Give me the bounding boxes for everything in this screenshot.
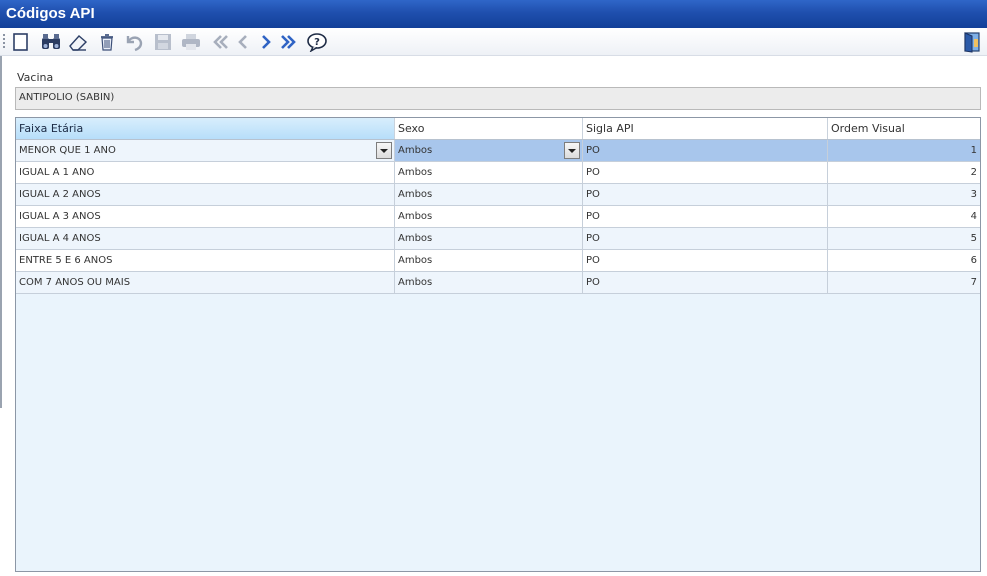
first-icon[interactable] — [210, 31, 232, 53]
table-row[interactable]: IGUAL A 3 ANOS Ambos PO 4 — [16, 206, 980, 228]
faixa-etaria-cell[interactable]: ENTRE 5 E 6 ANOS — [16, 250, 395, 271]
ordem-visual-cell[interactable]: 5 — [828, 228, 980, 249]
sexo-cell[interactable]: Ambos — [395, 162, 583, 183]
trash-icon[interactable] — [96, 31, 118, 53]
sexo-cell[interactable]: Ambos — [395, 272, 583, 293]
sexo-cell[interactable]: Ambos — [395, 228, 583, 249]
faixa-etaria-cell[interactable]: IGUAL A 2 ANOS — [16, 184, 395, 205]
exit-door-icon[interactable] — [962, 31, 984, 53]
table-row[interactable]: ENTRE 5 E 6 ANOS Ambos PO 6 — [16, 250, 980, 272]
column-header-faixa-etaria[interactable]: Faixa Etária — [16, 118, 395, 139]
toolbar-grip[interactable] — [3, 34, 5, 50]
column-header-sigla-api[interactable]: Sigla API — [583, 118, 828, 139]
chevron-down-icon — [380, 148, 388, 153]
faixa-etaria-dropdown-button[interactable] — [376, 142, 392, 159]
faixa-etaria-cell[interactable]: IGUAL A 1 ANO — [16, 162, 395, 183]
ordem-visual-cell[interactable]: 4 — [828, 206, 980, 227]
faixa-etaria-cell[interactable]: IGUAL A 4 ANOS — [16, 228, 395, 249]
faixa-etaria-cell[interactable]: COM 7 ANOS OU MAIS — [16, 272, 395, 293]
chevron-down-icon — [568, 148, 576, 153]
left-splitter[interactable] — [0, 56, 2, 408]
save-icon[interactable] — [152, 31, 174, 53]
faixa-etaria-cell[interactable]: MENOR QUE 1 ANO — [16, 140, 395, 161]
sigla-api-cell[interactable]: PO — [583, 272, 828, 293]
sexo-cell[interactable]: Ambos — [395, 206, 583, 227]
sigla-api-cell[interactable]: PO — [583, 184, 828, 205]
column-header-sexo[interactable]: Sexo — [395, 118, 583, 139]
sexo-cell[interactable]: Ambos — [395, 250, 583, 271]
sigla-api-cell[interactable]: PO — [583, 228, 828, 249]
table-row[interactable]: MENOR QUE 1 ANO Ambos PO 1 — [16, 140, 980, 162]
print-icon[interactable] — [180, 31, 202, 53]
sigla-api-cell[interactable]: PO — [583, 250, 828, 271]
binoculars-icon[interactable] — [40, 31, 62, 53]
table-row[interactable]: IGUAL A 4 ANOS Ambos PO 5 — [16, 228, 980, 250]
ordem-visual-cell[interactable]: 2 — [828, 162, 980, 183]
sexo-dropdown-button[interactable] — [564, 142, 580, 159]
ordem-visual-cell[interactable]: 1 — [828, 140, 980, 161]
eraser-icon[interactable] — [67, 31, 89, 53]
sexo-cell[interactable]: Ambos — [395, 184, 583, 205]
help-icon[interactable]: ? — [306, 31, 328, 53]
window-title: Códigos API — [0, 0, 987, 28]
toolbar: ? — [0, 28, 987, 56]
grid-header: Faixa Etária Sexo Sigla API Ordem Visual — [16, 118, 980, 140]
last-icon[interactable] — [277, 31, 299, 53]
table-row[interactable]: IGUAL A 1 ANO Ambos PO 2 — [16, 162, 980, 184]
sigla-api-cell[interactable]: PO — [583, 140, 828, 161]
age-range-grid: Faixa Etária Sexo Sigla API Ordem Visual… — [15, 117, 981, 572]
sigla-api-cell[interactable]: PO — [583, 206, 828, 227]
ordem-visual-cell[interactable]: 6 — [828, 250, 980, 271]
svg-text:?: ? — [314, 37, 320, 48]
ordem-visual-cell[interactable]: 7 — [828, 272, 980, 293]
faixa-etaria-cell[interactable]: IGUAL A 3 ANOS — [16, 206, 395, 227]
column-header-ordem-visual[interactable]: Ordem Visual — [828, 118, 980, 139]
next-icon[interactable] — [255, 31, 277, 53]
sigla-api-cell[interactable]: PO — [583, 162, 828, 183]
sexo-cell[interactable]: Ambos — [395, 140, 583, 161]
table-row[interactable]: COM 7 ANOS OU MAIS Ambos PO 7 — [16, 272, 980, 294]
vacina-field: ANTIPOLIO (SABIN) — [15, 87, 981, 110]
vacina-label: Vacina — [17, 71, 54, 84]
undo-icon[interactable] — [123, 31, 145, 53]
ordem-visual-cell[interactable]: 3 — [828, 184, 980, 205]
table-row[interactable]: IGUAL A 2 ANOS Ambos PO 3 — [16, 184, 980, 206]
prev-icon[interactable] — [232, 31, 254, 53]
new-icon[interactable] — [10, 31, 32, 53]
